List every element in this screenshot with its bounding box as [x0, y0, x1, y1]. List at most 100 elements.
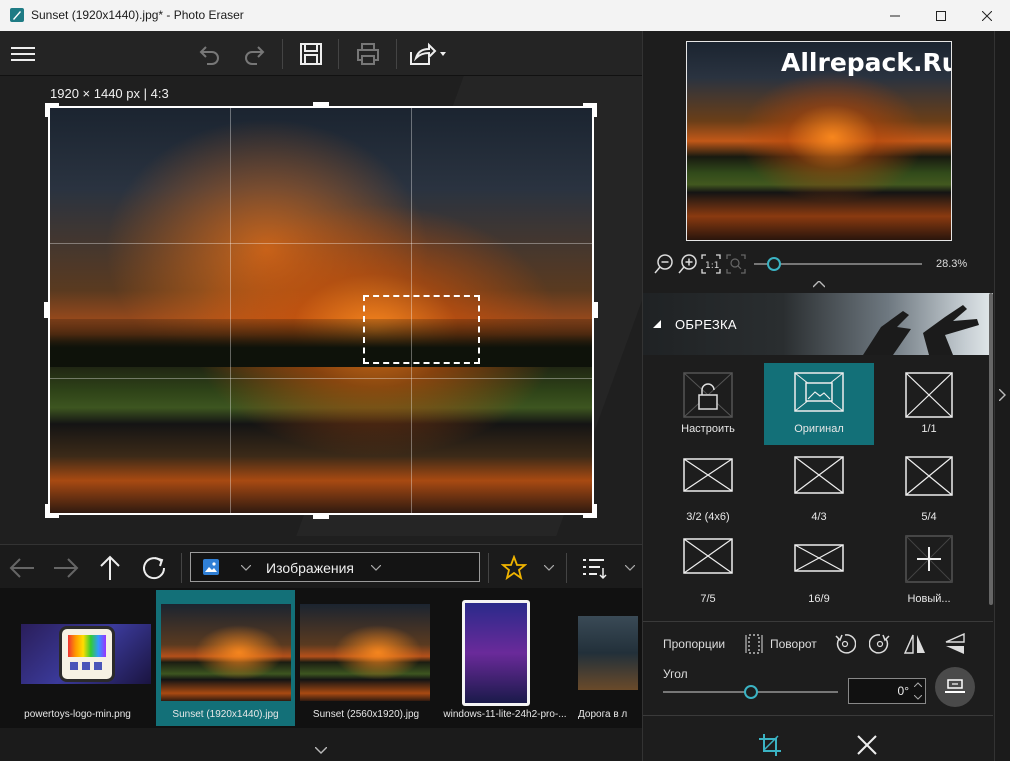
- flip-vertical-icon[interactable]: [943, 632, 967, 656]
- hands-frame-decoration: [863, 305, 979, 355]
- actual-size-icon[interactable]: 1:1: [700, 253, 722, 275]
- fit-to-window-icon[interactable]: [725, 253, 747, 275]
- spin-down-icon[interactable]: [914, 695, 922, 700]
- image-icon: [794, 372, 844, 412]
- refresh-icon[interactable]: [139, 553, 169, 583]
- thumbnail-caption: powertoys-logo-min.png: [24, 709, 131, 720]
- crop-preset-label: 1/1: [921, 423, 937, 435]
- minimize-button[interactable]: [872, 0, 918, 31]
- chevron-down-icon: [371, 565, 381, 571]
- main-toolbar: [0, 31, 642, 76]
- crop-preset-7-5[interactable]: 7/5: [653, 533, 763, 615]
- panel-divider: [643, 621, 993, 622]
- redo-icon[interactable]: [238, 38, 270, 70]
- zoom-slider-thumb[interactable]: [767, 257, 782, 271]
- crop-preset-4-3[interactable]: 4/3: [764, 451, 874, 533]
- chevron-down-icon[interactable]: [625, 565, 635, 571]
- thumbnail-image: [578, 616, 638, 690]
- hamburger-icon[interactable]: [7, 38, 39, 70]
- crop-handle-top-left[interactable]: [45, 103, 49, 117]
- arrow-left-icon[interactable]: [7, 553, 37, 583]
- crop-handle-left[interactable]: [44, 302, 48, 318]
- crop-preset-custom[interactable]: Настроить: [653, 363, 763, 445]
- sort-list-icon[interactable]: [580, 553, 610, 583]
- flip-horizontal-icon[interactable]: [903, 632, 927, 656]
- crop-preset-3-2[interactable]: 3/2 (4x6): [653, 451, 763, 533]
- spin-up-icon[interactable]: [914, 682, 922, 687]
- crop-grid-line: [50, 378, 592, 379]
- angle-slider-thumb[interactable]: [743, 685, 758, 699]
- zoom-in-icon[interactable]: [677, 253, 699, 275]
- thumbnail-item[interactable]: windows-11-lite-24h2-pro-...: [438, 590, 572, 726]
- zoom-value: 28.3%: [936, 258, 968, 270]
- arrow-up-icon[interactable]: [95, 553, 125, 583]
- angle-label: Угол: [663, 667, 688, 681]
- maximize-button[interactable]: [918, 0, 964, 31]
- edited-photo[interactable]: [48, 106, 594, 515]
- filmstrip: powertoys-logo-min.png Sunset (1920x1440…: [0, 588, 642, 728]
- crop-preset-new[interactable]: Новый...: [874, 533, 984, 615]
- crop-grid-line: [50, 243, 592, 244]
- chevron-down-icon[interactable]: [544, 565, 554, 571]
- arrow-right-icon[interactable]: [51, 553, 81, 583]
- close-button[interactable]: [964, 0, 1010, 31]
- rotate-left-icon[interactable]: [833, 632, 857, 656]
- zoom-controls: 1:1 28.3%: [643, 251, 995, 277]
- picture-folder-icon: [203, 559, 219, 575]
- watermark-text: Allrepack.Ru: [781, 48, 952, 77]
- crop-preset-label: 5/4: [921, 511, 937, 523]
- crop-presets: Настроить Оригинал 1/1 3/2 (4x6) 4/3 5/4…: [643, 363, 988, 623]
- chevron-down-icon: [241, 565, 251, 571]
- zoom-out-icon[interactable]: [653, 253, 675, 275]
- chevron-up-icon[interactable]: [813, 281, 825, 288]
- filmstrip-toggle-bar: [0, 728, 642, 761]
- crop-preset-1-1[interactable]: 1/1: [874, 363, 984, 445]
- selection-marquee[interactable]: [363, 295, 480, 364]
- ratio-box-icon: [905, 456, 953, 496]
- lock-icon: [683, 372, 733, 418]
- crop-preset-16-9[interactable]: 16/9: [764, 533, 874, 615]
- crop-handle-top[interactable]: [313, 102, 329, 106]
- orientation-toggle-icon[interactable]: [742, 632, 766, 656]
- crop-preset-original[interactable]: Оригинал: [764, 363, 874, 445]
- thumbnail-caption: Sunset (2560x1920).jpg: [312, 709, 420, 720]
- straighten-icon: [945, 679, 965, 693]
- crop-section-header[interactable]: ОБРЕЗКА: [643, 293, 993, 355]
- crop-section-title: ОБРЕЗКА: [675, 317, 737, 332]
- crop-handle-bottom[interactable]: [313, 515, 329, 519]
- rotate-right-icon[interactable]: [868, 632, 892, 656]
- crop-preset-label: 16/9: [808, 593, 830, 605]
- crop-apply-icon[interactable]: [758, 733, 782, 757]
- thumbnail-item[interactable]: powertoys-logo-min.png: [0, 590, 155, 726]
- crop-preset-label: 4/3: [811, 511, 827, 523]
- panel-scrollbar[interactable]: [989, 293, 993, 605]
- star-icon[interactable]: [499, 553, 529, 583]
- ratio-box-icon: [905, 372, 953, 418]
- crop-handle-top-right[interactable]: [593, 103, 597, 117]
- navigator-preview[interactable]: Allrepack.Ru: [686, 41, 952, 241]
- image-canvas[interactable]: 1920 × 1440 px | 4:3: [0, 76, 642, 544]
- chevron-right-icon[interactable]: [999, 389, 1006, 401]
- browser-nav-bar: Изображения: [0, 544, 642, 588]
- thumbnail-item[interactable]: Sunset (2560x1920).jpg: [296, 590, 436, 726]
- straighten-button[interactable]: [935, 667, 975, 707]
- chevron-down-icon[interactable]: [315, 747, 327, 754]
- collapse-triangle-icon: [653, 320, 661, 328]
- thumbnail-item[interactable]: Дорога в л: [572, 590, 642, 726]
- folder-select[interactable]: Изображения: [190, 552, 480, 582]
- crop-handle-bottom-right[interactable]: [593, 504, 597, 518]
- thumbnail-item-selected[interactable]: Sunset (1920x1440).jpg: [156, 590, 295, 726]
- crop-handle-right[interactable]: [594, 302, 598, 318]
- print-icon[interactable]: [352, 38, 384, 70]
- thumbnail-caption: windows-11-lite-24h2-pro-...: [443, 709, 567, 720]
- cancel-icon[interactable]: [855, 733, 879, 757]
- panel-collapse-strip[interactable]: [994, 31, 1010, 761]
- thumbnail-caption: Sunset (1920x1440).jpg: [172, 709, 279, 720]
- share-icon[interactable]: [408, 38, 450, 70]
- undo-icon[interactable]: [194, 38, 226, 70]
- crop-handle-bottom-left[interactable]: [45, 504, 49, 518]
- save-icon[interactable]: [295, 38, 327, 70]
- crop-preset-label: 3/2 (4x6): [686, 511, 730, 523]
- crop-preset-5-4[interactable]: 5/4: [874, 451, 984, 533]
- angle-input[interactable]: 0°: [848, 678, 926, 704]
